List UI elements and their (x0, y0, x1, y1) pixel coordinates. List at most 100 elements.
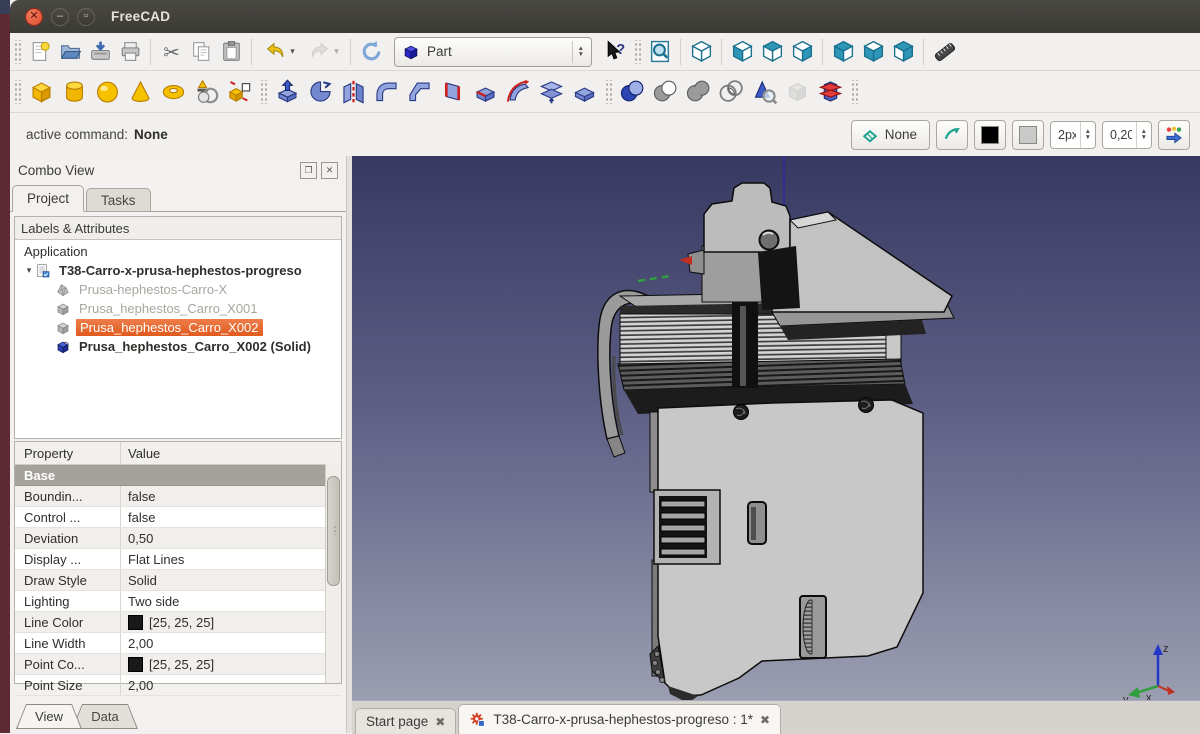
property-row[interactable]: Deviation 0,50 (15, 528, 341, 549)
shape-builder-button[interactable] (223, 75, 256, 108)
fit-all-button[interactable] (645, 37, 675, 67)
property-value[interactable]: false (121, 486, 341, 506)
toolbar-handle[interactable] (633, 40, 641, 64)
property-row[interactable]: Line Width 2,00 (15, 633, 341, 654)
line-width-spinner-arrows[interactable]: ▲▼ (1080, 122, 1095, 148)
view-axonometric-button[interactable] (686, 37, 716, 67)
property-row[interactable]: Point Co... [25, 25, 25] (15, 654, 341, 675)
tree-item[interactable]: Application (15, 242, 341, 261)
property-group-row[interactable]: Base (15, 465, 341, 486)
measure-distance-button[interactable] (929, 37, 959, 67)
fillet-button[interactable] (370, 75, 403, 108)
toolbar-handle[interactable] (13, 40, 21, 64)
document-tab[interactable]: T38-Carro-x-prusa-hephestos-progreso : 1… (458, 704, 781, 734)
save-document-button[interactable] (85, 37, 115, 67)
boolean-button[interactable] (616, 75, 649, 108)
project-tree[interactable]: Application▾T38-Carro-x-prusa-hephestos-… (15, 240, 341, 438)
toolbar-handle[interactable] (13, 80, 21, 104)
tab-close-icon[interactable]: ✖ (435, 715, 445, 729)
property-row[interactable]: Draw Style Solid (15, 570, 341, 591)
whats-this-button[interactable]: ? (600, 37, 630, 67)
view-top-button[interactable] (757, 37, 787, 67)
loft-button[interactable] (469, 75, 502, 108)
tree-item[interactable]: Prusa_hephestos_Carro_X001 (15, 299, 341, 318)
tree-expander[interactable]: ▾ (23, 265, 35, 276)
toolbar-handle[interactable] (259, 80, 267, 104)
apply-style-button[interactable] (1158, 120, 1190, 150)
cut-clipboard-button[interactable]: ✂ (156, 37, 186, 67)
paste-button[interactable] (216, 37, 246, 67)
property-value[interactable]: 0,50 (121, 528, 341, 548)
tab-project[interactable]: Project (12, 185, 84, 212)
line-color-button[interactable] (974, 120, 1006, 150)
property-scrollbar-thumb[interactable] (327, 476, 340, 586)
property-column-header[interactable]: Property (15, 442, 121, 464)
property-row[interactable]: Display ... Flat Lines (15, 549, 341, 570)
refresh-button[interactable] (356, 37, 386, 67)
part-primitives-button[interactable] (190, 75, 223, 108)
boolean-cut-button[interactable] (649, 75, 682, 108)
check-geometry-button[interactable] (748, 75, 781, 108)
view-right-button[interactable] (787, 37, 817, 67)
part-cone-button[interactable] (124, 75, 157, 108)
tree-item[interactable]: Prusa_hephestos_Carro_X002 (15, 318, 341, 337)
window-maximize-button[interactable]: ▫ (77, 8, 95, 26)
property-value[interactable]: 2,00 (121, 633, 341, 653)
tree-item[interactable]: ▾T38-Carro-x-prusa-hephestos-progreso (15, 261, 341, 280)
property-value[interactable]: false (121, 507, 341, 527)
text-scale-spinner[interactable]: 0,20▲▼ (1102, 121, 1152, 149)
extrude-button[interactable] (271, 75, 304, 108)
property-value[interactable]: [25, 25, 25] (121, 654, 341, 674)
property-value[interactable]: [25, 25, 25] (121, 612, 341, 632)
window-close-button[interactable]: ✕ (25, 8, 43, 26)
toolbar-handle[interactable] (850, 80, 858, 104)
undo-dropdown-caret[interactable]: ▾ (290, 46, 295, 57)
property-value[interactable]: Solid (121, 570, 341, 590)
tab-tasks[interactable]: Tasks (86, 188, 151, 211)
property-row[interactable]: Line Color [25, 25, 25] (15, 612, 341, 633)
cross-sections-button[interactable] (535, 75, 568, 108)
property-row[interactable]: Boundin... false (15, 486, 341, 507)
3d-viewport[interactable]: z y x (352, 156, 1200, 700)
thickness-button[interactable] (568, 75, 601, 108)
part-box-button[interactable] (25, 75, 58, 108)
revolve-button[interactable] (304, 75, 337, 108)
property-editor[interactable]: Property ValueBaseBoundin... falseContro… (14, 441, 342, 684)
panel-close-button[interactable]: ✕ (321, 162, 338, 179)
sweep-button[interactable] (502, 75, 535, 108)
document-tab[interactable]: Start page✖ (355, 708, 456, 734)
property-value[interactable]: Two side (121, 591, 341, 611)
view-left-button[interactable] (888, 37, 918, 67)
ruled-surface-button[interactable] (436, 75, 469, 108)
workbench-selector-spinner[interactable]: ▲▼ (572, 41, 589, 63)
value-column-header[interactable]: Value (121, 442, 341, 464)
part-torus-button[interactable] (157, 75, 190, 108)
workbench-selector[interactable]: Part▲▼ (394, 37, 592, 67)
boolean-union-button[interactable] (682, 75, 715, 108)
tab-view[interactable]: View (16, 704, 82, 729)
mirror-button[interactable] (337, 75, 370, 108)
boolean-intersection-button[interactable] (715, 75, 748, 108)
property-value[interactable]: 2,00 (121, 675, 341, 695)
property-row[interactable]: Control ... false (15, 507, 341, 528)
window-titlebar[interactable]: ✕ – ▫ FreeCAD (10, 0, 1200, 34)
tree-item[interactable]: Prusa_hephestos_Carro_X002 (Solid) (15, 337, 341, 356)
open-document-button[interactable] (55, 37, 85, 67)
redo-dropdown-caret[interactable]: ▾ (334, 46, 339, 57)
property-scrollbar[interactable] (325, 464, 341, 683)
tab-close-icon[interactable]: ✖ (760, 713, 770, 727)
face-color-button[interactable] (1012, 120, 1044, 150)
view-bottom-button[interactable] (858, 37, 888, 67)
view-front-button[interactable] (727, 37, 757, 67)
undo-button[interactable]: ▾ (257, 37, 301, 67)
tree-item[interactable]: Prusa-hephestos-Carro-X (15, 280, 341, 299)
chamfer-button[interactable] (403, 75, 436, 108)
property-value[interactable]: Flat Lines (121, 549, 341, 569)
panel-float-button[interactable]: ❐ (300, 162, 317, 179)
view-rear-button[interactable] (828, 37, 858, 67)
property-row[interactable]: Point Size 2,00 (15, 675, 341, 696)
part-sphere-button[interactable] (91, 75, 124, 108)
part-cylinder-button[interactable] (58, 75, 91, 108)
copy-button[interactable] (186, 37, 216, 67)
toolbar-handle[interactable] (604, 80, 612, 104)
